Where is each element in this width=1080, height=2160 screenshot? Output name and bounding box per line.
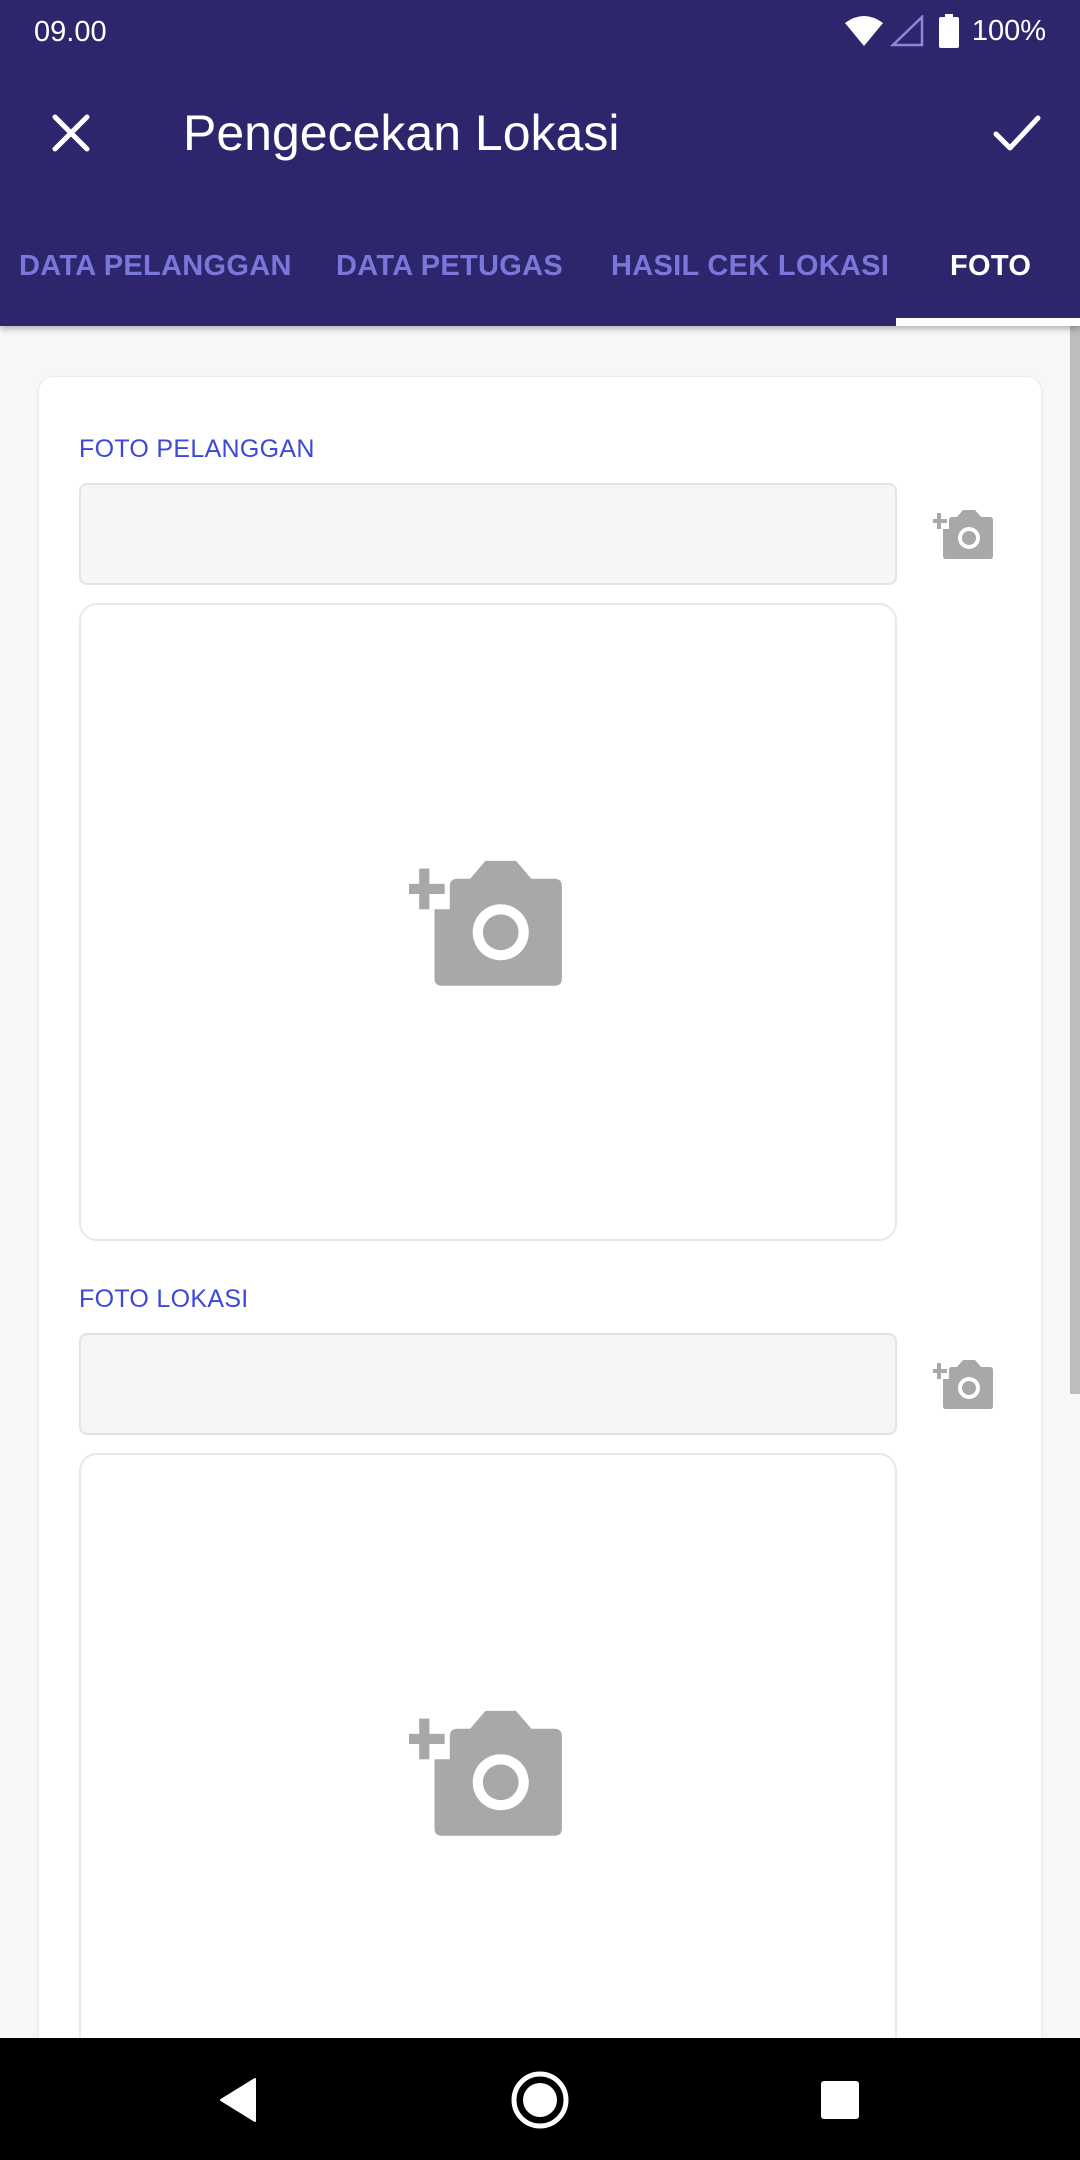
recents-square-icon [821,2081,859,2119]
add-photo-icon [403,1710,562,1836]
foto-lokasi-field[interactable] [79,1333,897,1435]
add-foto-pelanggan-button[interactable] [929,501,999,565]
status-icons: 100% [844,12,1046,50]
foto-lokasi-placeholder [403,1698,567,1847]
foto-lokasi-label: FOTO LOKASI [79,1285,249,1313]
status-time: 09.00 [34,16,107,48]
tab-data-petugas[interactable]: DATA PETUGAS [336,238,563,294]
photo-card: FOTO PELANGGAN FOTO LOKASI [38,376,1042,2038]
nav-back-button[interactable] [200,2062,276,2138]
foto-lokasi-preview[interactable] [79,1453,897,2038]
tab-foto[interactable]: FOTO [950,238,1031,294]
close-button[interactable] [38,100,104,166]
system-navigation-bar [0,2038,1080,2160]
foto-pelanggan-field[interactable] [79,483,897,585]
foto-pelanggan-preview[interactable] [79,603,897,1241]
add-photo-icon [933,1360,993,1409]
app-bar: 09.00 100% Pengecekan Lokasi DATA PELANG… [0,0,1080,326]
battery-icon [938,14,959,48]
wifi-icon [844,16,883,46]
check-icon [993,115,1041,151]
cellular-signal-icon [889,15,924,47]
add-photo-icon [933,510,993,559]
battery-percentage: 100% [971,14,1046,47]
add-foto-lokasi-button[interactable] [929,1351,999,1415]
foto-pelanggan-label: FOTO PELANGGAN [79,435,315,463]
nav-recents-button[interactable] [802,2062,878,2138]
foto-pelanggan-placeholder [403,848,567,997]
content-scroll-area[interactable]: FOTO PELANGGAN FOTO LOKASI [0,326,1080,2038]
nav-home-button[interactable] [502,2062,578,2138]
tab-hasil-cek-lokasi[interactable]: HASIL CEK LOKASI [611,238,889,294]
add-photo-icon [403,860,562,986]
tab-data-pelanggan[interactable]: DATA PELANGGAN [19,238,292,294]
home-circle-icon [511,2071,569,2129]
page-title: Pengecekan Lokasi [183,105,620,161]
back-triangle-icon [220,2078,256,2122]
active-tab-indicator [896,318,1080,326]
scrollbar[interactable] [1070,326,1080,1394]
confirm-button[interactable] [982,98,1052,168]
close-icon [52,114,90,152]
